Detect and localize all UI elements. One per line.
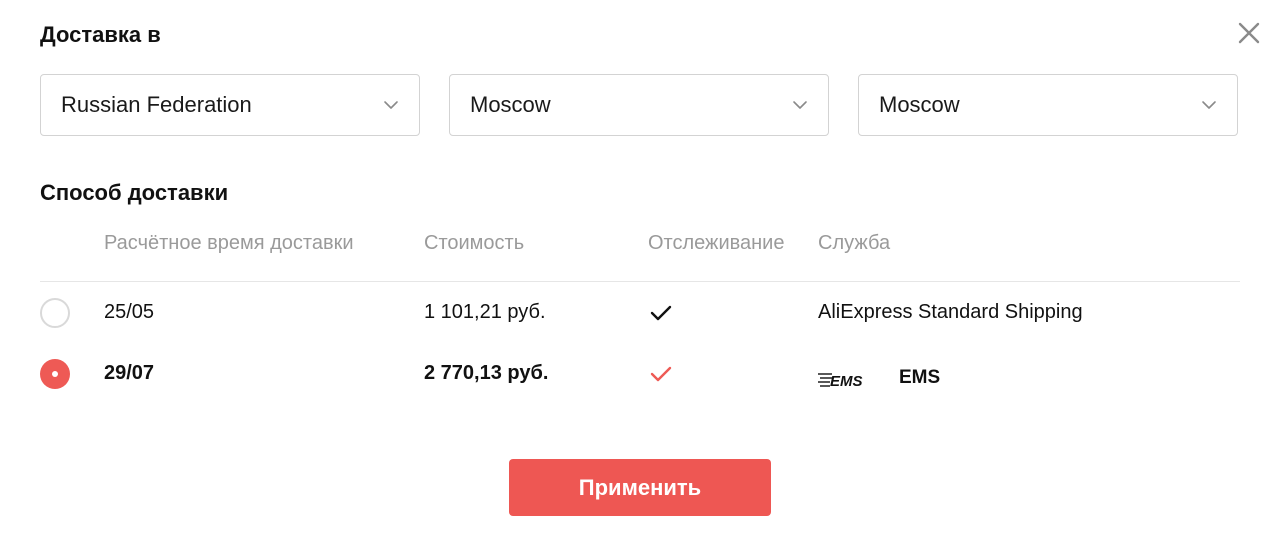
delivery-date: 29/07 (104, 362, 155, 384)
column-header-cost: Стоимость (424, 232, 525, 254)
country-value: Russian Federation (61, 92, 252, 117)
tracking-check-icon (650, 366, 672, 382)
delivery-cost: 2 770,13 руб. (424, 362, 549, 384)
chevron-down-icon (1202, 101, 1216, 109)
close-icon (1238, 22, 1260, 44)
apply-button[interactable]: Применить (509, 459, 771, 516)
region-select[interactable]: Moscow (449, 74, 829, 136)
delivery-cost: 1 101,21 руб. (424, 301, 546, 323)
svg-text:EMS: EMS (830, 373, 863, 389)
column-header-time: Расчётное время доставки (104, 232, 354, 254)
shipping-option-radio-selected[interactable] (40, 359, 70, 389)
chevron-down-icon (793, 101, 807, 109)
service-name: EMS (899, 367, 941, 388)
city-value: Moscow (879, 92, 960, 117)
column-header-tracking: Отслеживание (648, 232, 785, 254)
shipping-option-radio[interactable] (40, 298, 70, 328)
city-select[interactable]: Moscow (858, 74, 1238, 136)
table-divider (40, 281, 1240, 282)
column-header-service: Служба (818, 232, 891, 254)
close-button[interactable] (1236, 20, 1262, 46)
ems-logo: EMS (818, 373, 863, 389)
shipping-method-title: Способ доставки (40, 180, 229, 205)
service-name: AliExpress Standard Shipping (818, 301, 1083, 323)
page-title: Доставка в (40, 22, 161, 47)
delivery-date: 25/05 (104, 301, 155, 323)
chevron-down-icon (384, 101, 398, 109)
country-select[interactable]: Russian Federation (40, 74, 420, 136)
tracking-check-icon (650, 305, 672, 321)
region-value: Moscow (470, 92, 551, 117)
